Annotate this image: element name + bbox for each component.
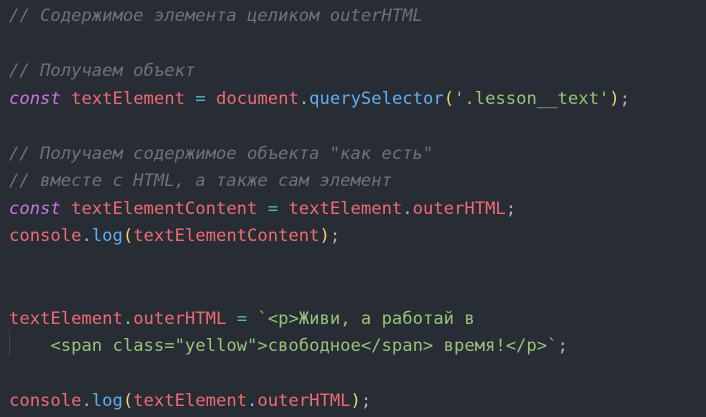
dot: . [122,308,134,329]
assign-operator: = [267,198,279,219]
semicolon: ; [360,391,372,411]
object-name: document [216,88,299,109]
code-line-15: console.log(textElement.outerHTML); [9,388,706,416]
argument-object: textElement [133,391,248,411]
close-paren: ) [609,88,620,109]
property-name: outerHTML [412,198,506,219]
code-line-6: // Получаем содержимое объекта "как есть… [9,141,706,169]
keyword-const: const [9,198,61,219]
comment: // Получаем содержимое объекта "как есть… [9,143,434,164]
comment: // Получаем объект [9,61,196,81]
variable-name: textElementContent [71,198,258,219]
variable-name: textElement [71,88,185,109]
string-literal: '.lesson__text' [454,88,610,109]
method-name: querySelector [309,88,444,109]
indent-guide [9,330,10,357]
close-paren: ) [319,226,330,246]
assign-operator: = [195,88,206,109]
assign-operator: = [236,308,248,329]
semicolon: ; [505,198,517,219]
object-name: console [9,391,82,411]
close-paren: ) [350,391,361,411]
code-line-13: <span class="yellow">свободное</span> вр… [9,333,706,361]
semicolon: ; [329,226,341,246]
comment: // вместе с HTML, а также сам элемент [9,171,392,191]
open-paren: ( [122,391,134,411]
property-name: outerHTML [257,391,351,411]
argument-name: textElementContent [133,226,320,246]
code-editor[interactable]: // Содержимое элемента целиком outerHTML… [0,0,706,417]
property-name: outerHTML [133,308,227,329]
code-line-12: textElement.outerHTML = `<p>Живи, а рабо… [9,306,706,334]
template-literal: `<p>Живи, а работай в [257,308,475,329]
dot: . [247,391,258,411]
code-line-7: // вместе с HTML, а также сам элемент [9,168,706,196]
open-paren: ( [122,226,134,246]
method-name: log [91,226,123,246]
dot: . [81,226,92,246]
method-name: log [91,391,123,411]
object-name: textElement [288,198,403,219]
code-line-1: // Содержимое элемента целиком outerHTML [9,3,706,31]
code-line-4: const textElement = document.querySelect… [9,86,706,114]
code-line-9: console.log(textElementContent); [9,223,706,251]
comment: // Содержимое элемента целиком outerHTML [9,6,423,26]
dot: . [81,391,92,411]
dot: . [298,88,310,109]
semicolon: ; [619,88,630,109]
object-name: console [9,226,82,246]
semicolon: ; [557,336,568,356]
code-line-8: const textElementContent = textElement.o… [9,196,706,224]
template-literal: <span class="yellow">свободное</span> вр… [50,336,558,356]
object-name: textElement [9,308,123,329]
open-paren: ( [443,88,455,109]
dot: . [402,198,413,219]
code-line-3: // Получаем объект [9,58,706,86]
keyword-const: const [9,88,61,109]
